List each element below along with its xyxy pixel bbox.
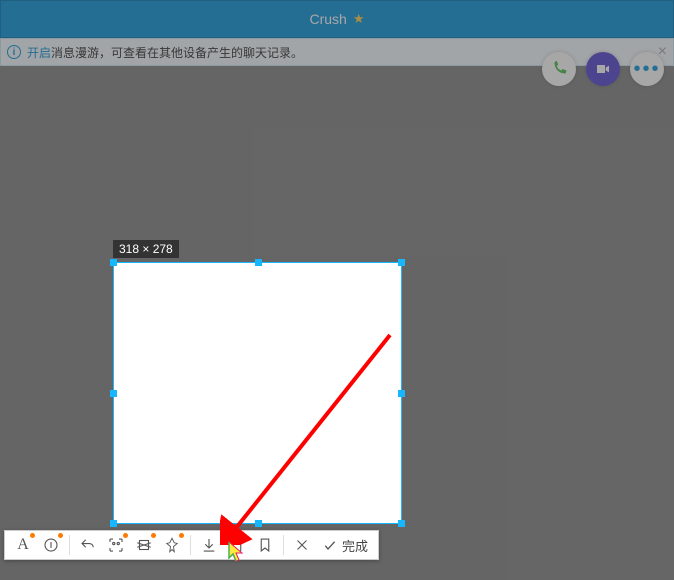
phone-device-icon <box>228 536 246 554</box>
pin-tool[interactable] <box>158 531 186 559</box>
bookmark-icon <box>256 536 274 554</box>
resize-handle-mr[interactable] <box>398 390 405 397</box>
crop-tool[interactable] <box>130 531 158 559</box>
done-label: 完成 <box>342 536 368 555</box>
undo-tool[interactable] <box>74 531 102 559</box>
selection-area[interactable] <box>113 262 402 524</box>
cancel-button[interactable] <box>288 531 316 559</box>
send-to-phone-tool[interactable] <box>223 531 251 559</box>
selection-dimensions: 318 × 278 <box>113 240 179 258</box>
resize-handle-bl[interactable] <box>110 520 117 527</box>
screenshot-toolbar: A 完成 <box>4 530 379 560</box>
screenshot-selection[interactable]: 318 × 278 <box>113 262 402 524</box>
ocr-tool[interactable] <box>102 531 130 559</box>
serial-number-tool[interactable] <box>37 531 65 559</box>
scan-icon <box>107 536 125 554</box>
resize-handle-br[interactable] <box>398 520 405 527</box>
resize-handle-tr[interactable] <box>398 259 405 266</box>
resize-handle-bm[interactable] <box>255 520 262 527</box>
undo-icon <box>79 536 97 554</box>
pin-icon <box>163 536 181 554</box>
download-tool[interactable] <box>195 531 223 559</box>
resize-handle-tm[interactable] <box>255 259 262 266</box>
resize-handle-ml[interactable] <box>110 390 117 397</box>
bookmark-tool[interactable] <box>251 531 279 559</box>
resize-handle-tl[interactable] <box>110 259 117 266</box>
crop-icon <box>135 536 153 554</box>
done-button[interactable]: 完成 <box>316 536 374 555</box>
close-icon <box>293 536 311 554</box>
circle-one-icon <box>42 536 60 554</box>
text-tool[interactable]: A <box>9 531 37 559</box>
download-icon <box>200 536 218 554</box>
check-icon <box>322 537 338 553</box>
